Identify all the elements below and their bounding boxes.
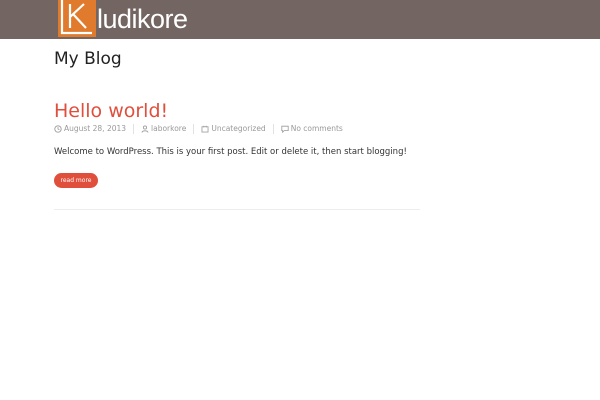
logo-text: ludikore — [97, 4, 188, 34]
post-divider — [54, 209, 420, 210]
post-author-text: laborkore — [151, 124, 187, 133]
logo-mark-icon — [58, 0, 96, 37]
folder-icon — [201, 125, 209, 133]
post-category[interactable]: Uncategorized — [201, 124, 274, 134]
post-date[interactable]: August 28, 2013 — [54, 124, 135, 134]
post-comments-text: No comments — [290, 124, 343, 133]
post-category-text: Uncategorized — [211, 124, 266, 133]
site-header: ludikore — [0, 0, 600, 39]
clock-icon — [54, 125, 62, 133]
user-icon — [141, 125, 149, 133]
post-author[interactable]: laborkore — [141, 124, 195, 134]
post-excerpt: Welcome to WordPress. This is your first… — [54, 147, 407, 157]
post-date-text: August 28, 2013 — [64, 124, 127, 133]
page-title: My Blog — [54, 49, 122, 69]
post-title-link[interactable]: Hello world! — [54, 99, 168, 123]
post-comments[interactable]: No comments — [281, 124, 350, 134]
post-meta: August 28, 2013 laborkore Uncategorized … — [54, 124, 357, 134]
comment-icon — [281, 125, 289, 133]
site-logo[interactable]: ludikore — [58, 0, 188, 37]
read-more-button[interactable]: read more — [54, 173, 98, 188]
